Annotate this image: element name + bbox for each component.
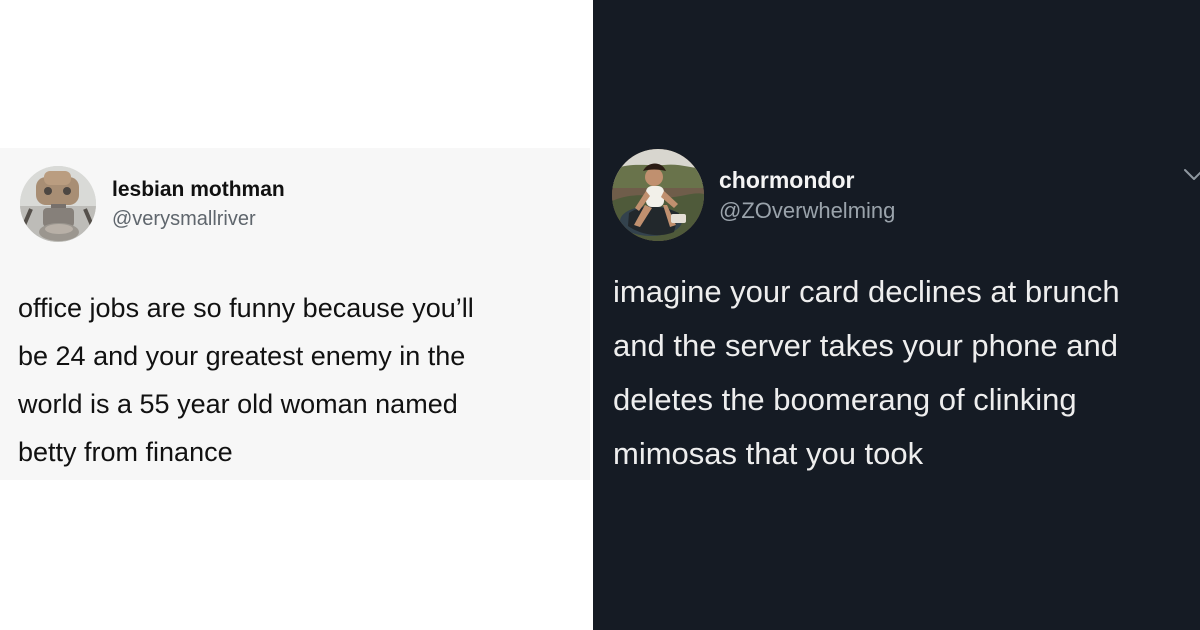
robot-avatar-image (20, 166, 96, 242)
left-profile-avatar[interactable] (20, 166, 96, 242)
right-tweet-text: imagine your card declines at brunch and… (613, 265, 1120, 481)
left-display-name[interactable]: lesbian mothman (112, 178, 285, 202)
left-tweet-panel: lesbian mothman @verysmallriver office j… (0, 0, 593, 630)
right-display-name[interactable]: chormondor (719, 167, 854, 194)
right-user-handle[interactable]: @ZOverwhelming (719, 198, 895, 224)
right-tweet-line-4: mimosas that you took (613, 436, 924, 471)
right-tweet-line-3: deletes the boomerang of clinking (613, 382, 1077, 417)
person-avatar-image (612, 149, 704, 241)
right-tweet-line-1: imagine your card declines at brunch (613, 274, 1120, 309)
left-tweet-line-4: betty from finance (18, 437, 233, 467)
left-user-handle[interactable]: @verysmallriver (112, 208, 256, 231)
chevron-down-icon[interactable] (1184, 168, 1200, 182)
left-tweet-line-2: be 24 and your greatest enemy in the (18, 341, 466, 371)
left-tweet-line-1: office jobs are so funny because you’ll (18, 293, 474, 323)
left-tweet-line-3: world is a 55 year old woman named (18, 389, 458, 419)
left-tweet-text: office jobs are so funny because you’ll … (18, 284, 474, 476)
right-tweet-line-2: and the server takes your phone and (613, 328, 1118, 363)
right-tweet-panel: chormondor @ZOverwhelming imagine your c… (593, 0, 1200, 630)
right-profile-avatar[interactable] (612, 149, 704, 241)
